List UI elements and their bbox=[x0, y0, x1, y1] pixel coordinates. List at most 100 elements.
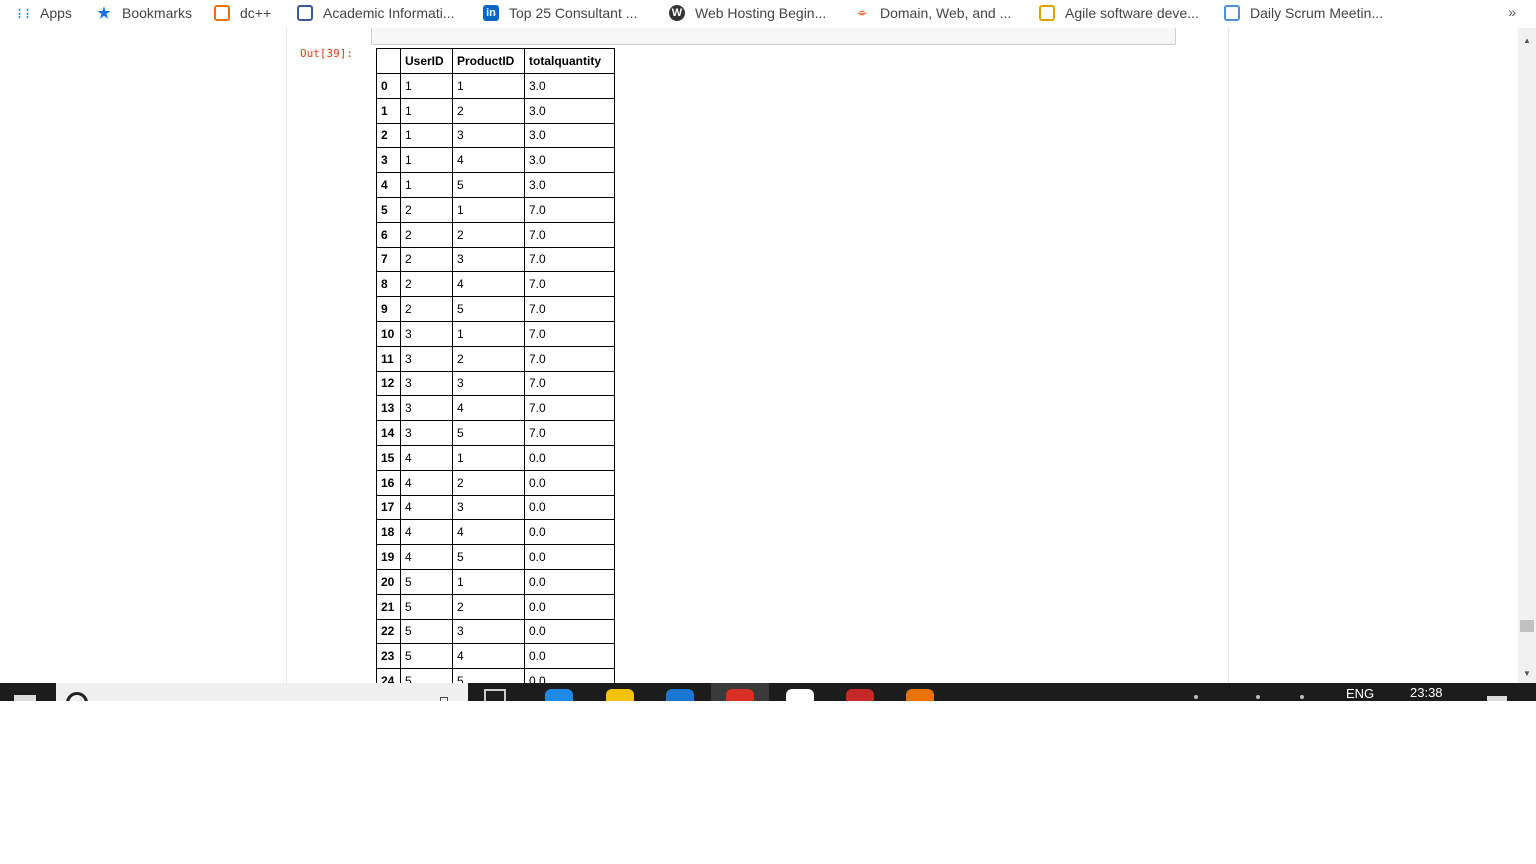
bookmark-domain[interactable]: ⌯ Domain, Web, and ... bbox=[854, 2, 1012, 24]
column-header: UserID bbox=[400, 48, 453, 74]
table-row: 2 1 3 3.0 bbox=[376, 122, 615, 149]
table-cell: 3 bbox=[400, 395, 453, 422]
row-index: 8 bbox=[376, 271, 401, 298]
row-index: 9 bbox=[376, 296, 401, 322]
table-cell: 5 bbox=[400, 568, 453, 595]
vertical-scrollbar[interactable]: ▲ ▼ bbox=[1518, 28, 1536, 683]
app-icon[interactable] bbox=[786, 689, 814, 701]
bookmark-dcpp[interactable]: dc++ bbox=[214, 2, 271, 24]
table-cell: 3 bbox=[452, 246, 525, 273]
table-row: 9 2 5 7.0 bbox=[376, 296, 615, 322]
table-cell: 7.0 bbox=[524, 271, 615, 298]
table-cell: 7.0 bbox=[524, 296, 615, 322]
edge-icon[interactable] bbox=[545, 689, 573, 701]
row-index: 14 bbox=[376, 420, 401, 446]
tray-volume-icon[interactable] bbox=[1300, 695, 1304, 699]
notebook-container-left-border bbox=[286, 28, 287, 683]
table-cell: 5 bbox=[400, 668, 453, 683]
column-header: ProductID bbox=[452, 48, 525, 74]
notebook-container-right-border bbox=[1228, 28, 1229, 683]
table-row: 11 3 2 7.0 bbox=[376, 345, 615, 372]
row-index: 19 bbox=[376, 544, 401, 570]
bookmark-label: Agile software deve... bbox=[1065, 5, 1199, 21]
academic-icon bbox=[297, 5, 313, 21]
table-cell: 0.0 bbox=[524, 469, 615, 496]
table-cell: 1 bbox=[400, 97, 453, 124]
row-index: 7 bbox=[376, 246, 401, 273]
scroll-down-icon[interactable]: ▼ bbox=[1518, 665, 1536, 681]
app2-icon[interactable] bbox=[906, 689, 934, 701]
code-input-area[interactable] bbox=[371, 28, 1176, 45]
tray-network-icon[interactable] bbox=[1256, 695, 1260, 699]
table-cell: 0.0 bbox=[524, 494, 615, 521]
table-cell: 7.0 bbox=[524, 221, 615, 248]
row-index: 3 bbox=[376, 147, 401, 174]
table-cell: 2 bbox=[452, 469, 525, 496]
bookmark-label: Domain, Web, and ... bbox=[880, 5, 1012, 21]
scrum-icon bbox=[1224, 5, 1240, 21]
table-row: 18 4 4 0.0 bbox=[376, 519, 615, 546]
row-index: 22 bbox=[376, 618, 401, 645]
dcpp-icon bbox=[214, 5, 230, 21]
row-index: 5 bbox=[376, 196, 401, 223]
bookmark-agile[interactable]: Agile software deve... bbox=[1039, 2, 1199, 24]
bookmark-academic[interactable]: Academic Informati... bbox=[297, 2, 455, 24]
scroll-up-icon[interactable]: ▲ bbox=[1518, 32, 1536, 48]
table-row: 0 1 1 3.0 bbox=[376, 73, 615, 99]
taskbar-clock[interactable]: 23:38 bbox=[1410, 685, 1443, 700]
scrollbar-thumb[interactable] bbox=[1520, 620, 1534, 632]
table-cell: 0.0 bbox=[524, 444, 615, 471]
bookmarks-bar: ⋮⋮ Apps ★ Bookmarks dc++ Academic Informati..… bbox=[0, 0, 1536, 28]
bookmark-label: Academic Informati... bbox=[323, 5, 455, 21]
table-cell: 1 bbox=[452, 444, 525, 471]
bookmarks-overflow-icon[interactable]: » bbox=[1508, 4, 1516, 20]
table-cell: 1 bbox=[400, 147, 453, 174]
bookmark-label: Apps bbox=[40, 5, 72, 21]
row-index: 10 bbox=[376, 320, 401, 347]
table-cell: 5 bbox=[452, 172, 525, 198]
bookmark-label: Bookmarks bbox=[122, 5, 193, 21]
table-cell: 4 bbox=[452, 519, 525, 546]
table-cell: 3.0 bbox=[524, 147, 615, 174]
star-icon: ★ bbox=[97, 5, 111, 22]
table-cell: 3 bbox=[452, 122, 525, 149]
table-cell: 4 bbox=[452, 395, 525, 422]
bookmark-star[interactable]: ★ Bookmarks bbox=[96, 2, 192, 24]
chrome-icon[interactable] bbox=[726, 689, 754, 701]
bookmark-linkedin[interactable]: in Top 25 Consultant ... bbox=[483, 2, 637, 24]
table-cell: 3.0 bbox=[524, 97, 615, 124]
row-index: 2 bbox=[376, 122, 401, 149]
row-index: 20 bbox=[376, 568, 401, 595]
table-row: 1 1 2 3.0 bbox=[376, 97, 615, 124]
taskbar-search-box[interactable] bbox=[56, 683, 468, 701]
table-cell: 2 bbox=[452, 221, 525, 248]
file-explorer-icon[interactable] bbox=[606, 689, 634, 701]
row-index: 12 bbox=[376, 370, 401, 397]
row-index: 17 bbox=[376, 494, 401, 521]
domain-icon: ⌯ bbox=[857, 6, 867, 19]
bookmark-scrum[interactable]: Daily Scrum Meetin... bbox=[1224, 2, 1383, 24]
mail-icon[interactable] bbox=[846, 689, 874, 701]
table-cell: 0.0 bbox=[524, 643, 615, 670]
table-cell: 3 bbox=[400, 370, 453, 397]
table-row: 19 4 5 0.0 bbox=[376, 544, 615, 570]
language-indicator[interactable]: ENG bbox=[1346, 686, 1374, 701]
linkedin-icon: in bbox=[483, 5, 499, 21]
table-cell: 3 bbox=[400, 420, 453, 446]
store-icon[interactable] bbox=[666, 689, 694, 701]
table-cell: 4 bbox=[452, 643, 525, 670]
bookmark-apps-grid[interactable]: ⋮⋮ Apps bbox=[14, 2, 72, 24]
bookmark-label: Top 25 Consultant ... bbox=[509, 5, 638, 21]
table-row: 17 4 3 0.0 bbox=[376, 494, 615, 521]
blank-area bbox=[0, 701, 1536, 864]
table-cell: 7.0 bbox=[524, 320, 615, 347]
table-cell: 2 bbox=[400, 221, 453, 248]
row-index: 21 bbox=[376, 593, 401, 620]
task-view-icon[interactable] bbox=[484, 689, 506, 701]
row-index: 16 bbox=[376, 469, 401, 496]
table-cell: 5 bbox=[452, 420, 525, 446]
table-cell: 4 bbox=[452, 271, 525, 298]
bookmark-wordpress[interactable]: W Web Hosting Begin... bbox=[669, 2, 826, 24]
tray-person-icon[interactable] bbox=[1194, 695, 1198, 699]
table-row: 7 2 3 7.0 bbox=[376, 246, 615, 273]
